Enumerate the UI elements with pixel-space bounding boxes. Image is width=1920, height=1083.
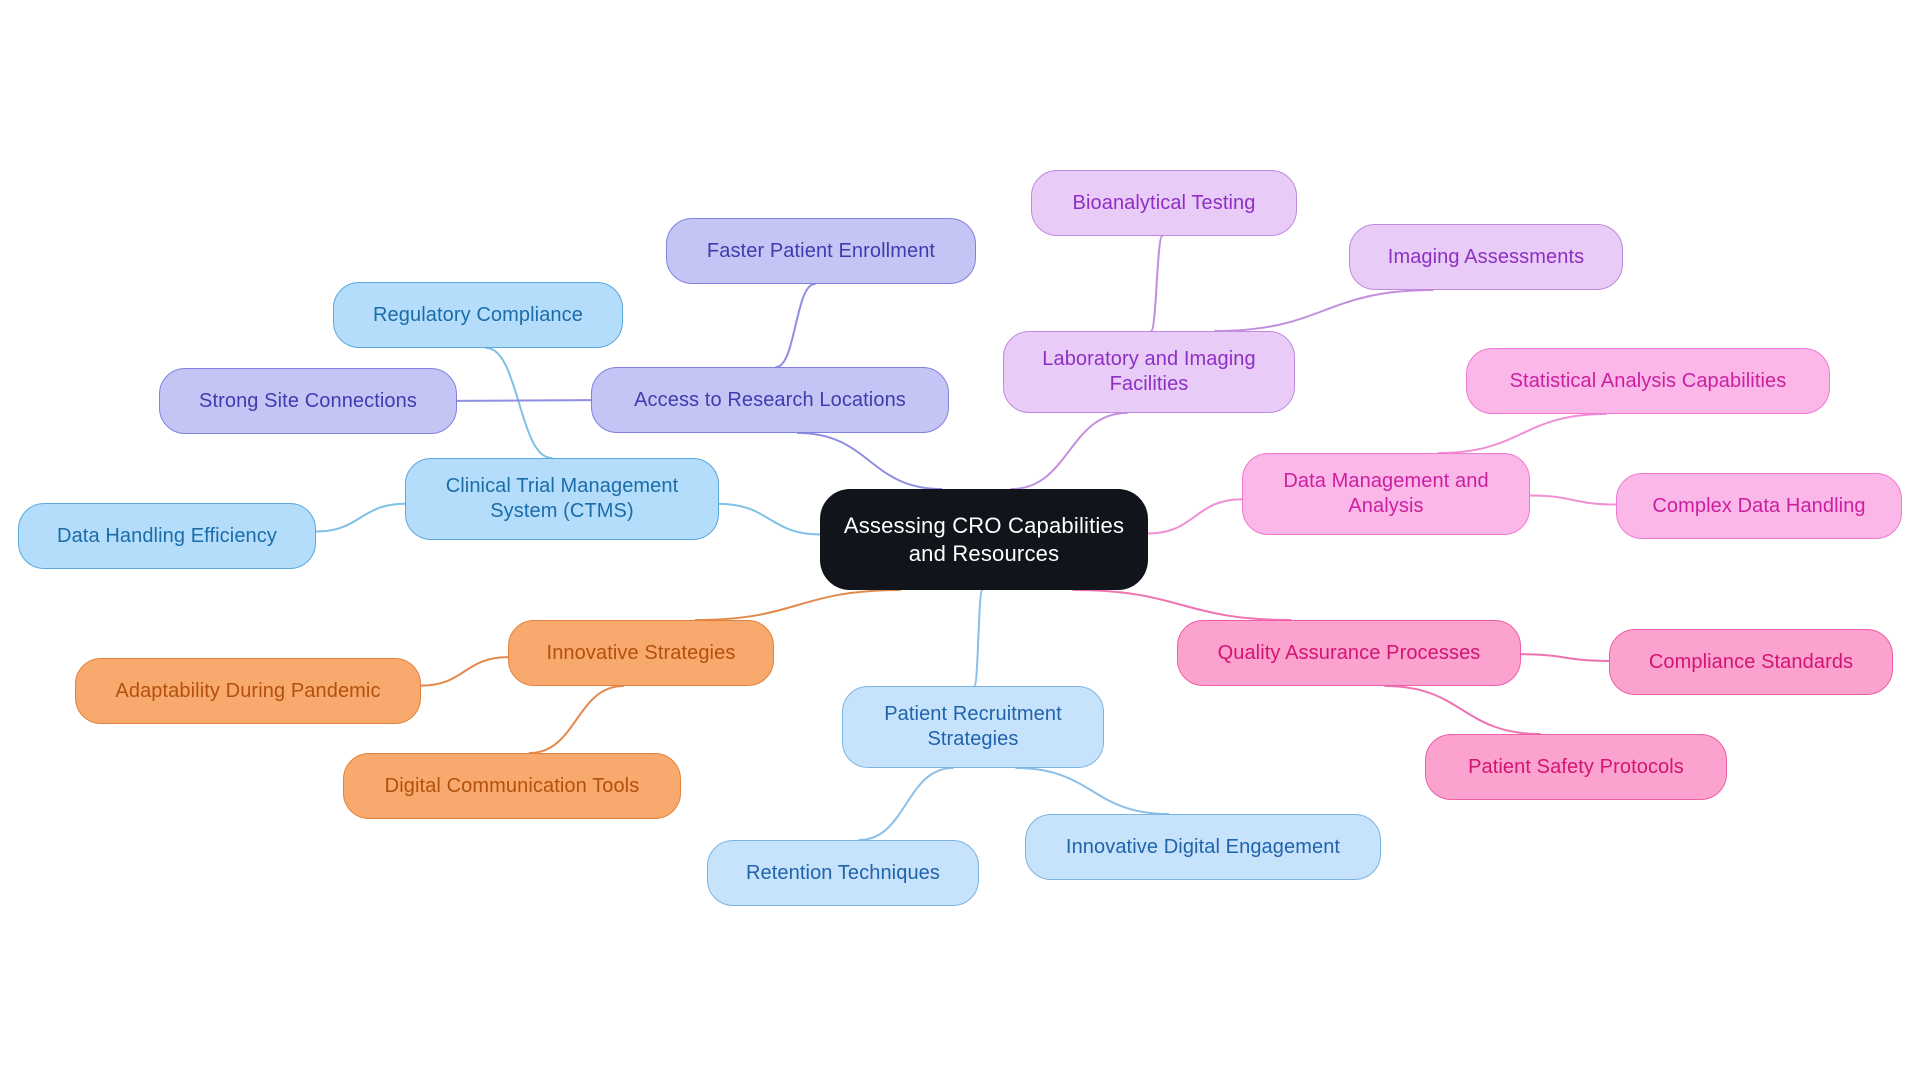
leaf-node-compliance-standards[interactable]: Compliance Standards <box>1609 629 1893 695</box>
leaf-node-imaging-assessments[interactable]: Imaging Assessments <box>1349 224 1623 290</box>
mindmap-canvas: Assessing CRO Capabilities and Resources… <box>0 0 1920 1083</box>
edge-data-to-statistical-analysis <box>1437 413 1607 454</box>
edge-recruitment-to-retention-techniques <box>858 767 954 841</box>
edge-root-to-access-research-locations <box>796 432 943 490</box>
leaf-node-innovative-digital-engagement[interactable]: Innovative Digital Engagement <box>1025 814 1381 880</box>
edge-ctms-to-regulatory-compliance <box>485 347 553 459</box>
branch-node-strong-site-connections[interactable]: Strong Site Connections <box>159 368 457 434</box>
edge-access-to-faster-patient-enrollment <box>775 283 816 368</box>
branch-node-data-management-and-analysis[interactable]: Data Management and Analysis <box>1242 453 1530 535</box>
leaf-node-complex-data-handling[interactable]: Complex Data Handling <box>1616 473 1902 539</box>
edge-access-to-strong-site-connections <box>456 399 592 402</box>
edge-recruitment-to-innovative-digital <box>1015 767 1170 815</box>
branch-node-innovative-strategies[interactable]: Innovative Strategies <box>508 620 774 686</box>
edge-root-to-innovative-strategies <box>694 589 902 621</box>
leaf-node-data-handling-efficiency[interactable]: Data Handling Efficiency <box>18 503 316 569</box>
edge-innovative-to-digital-communication <box>528 685 625 754</box>
branch-node-laboratory-and-imaging-facilities[interactable]: Laboratory and Imaging Facilities <box>1003 331 1295 413</box>
edge-lab-to-imaging-assessments <box>1214 289 1434 332</box>
edge-root-to-lab-imaging <box>1010 412 1128 490</box>
branch-node-access-to-research-locations[interactable]: Access to Research Locations <box>591 367 949 433</box>
edge-qa-to-patient-safety-protocols <box>1384 685 1541 735</box>
edge-ctms-to-data-handling-efficiency <box>315 502 406 533</box>
branch-node-faster-patient-enrollment[interactable]: Faster Patient Enrollment <box>666 218 976 284</box>
leaf-node-digital-communication-tools[interactable]: Digital Communication Tools <box>343 753 681 819</box>
edge-root-to-data-management <box>1147 498 1243 535</box>
leaf-node-patient-safety-protocols[interactable]: Patient Safety Protocols <box>1425 734 1727 800</box>
leaf-node-retention-techniques[interactable]: Retention Techniques <box>707 840 979 906</box>
root-node[interactable]: Assessing CRO Capabilities and Resources <box>820 489 1148 590</box>
edge-root-to-quality-assurance <box>1072 589 1292 621</box>
branch-node-clinical-trial-management-system[interactable]: Clinical Trial Management System (CTMS) <box>405 458 719 540</box>
edge-innovative-to-adaptability <box>420 656 509 687</box>
edge-data-to-complex-data-handling <box>1529 494 1617 506</box>
edge-lab-to-bioanalytical-testing <box>1150 235 1164 332</box>
branch-node-patient-recruitment-strategies[interactable]: Patient Recruitment Strategies <box>842 686 1104 768</box>
leaf-node-adaptability-during-pandemic[interactable]: Adaptability During Pandemic <box>75 658 421 724</box>
leaf-node-regulatory-compliance[interactable]: Regulatory Compliance <box>333 282 623 348</box>
branch-node-quality-assurance-processes[interactable]: Quality Assurance Processes <box>1177 620 1521 686</box>
leaf-node-bioanalytical-testing[interactable]: Bioanalytical Testing <box>1031 170 1297 236</box>
edge-qa-to-compliance-standards <box>1520 653 1610 662</box>
leaf-node-statistical-analysis-capabilities[interactable]: Statistical Analysis Capabilities <box>1466 348 1830 414</box>
edge-root-to-patient-recruitment <box>973 589 984 687</box>
edge-root-to-ctms <box>718 502 821 536</box>
